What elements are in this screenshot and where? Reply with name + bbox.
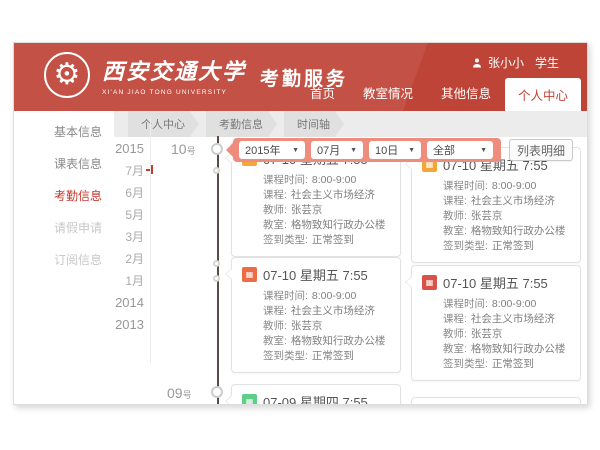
month-nav-2014[interactable]: 2014 xyxy=(44,292,144,314)
nav-item-classrooms[interactable]: 教室情况 xyxy=(349,76,427,111)
nav-item-other-info[interactable]: 其他信息 xyxy=(427,76,505,111)
day-label-10[interactable]: 10号 xyxy=(171,141,196,157)
card-date-title: 07-10 星期五 7:55 xyxy=(443,273,548,292)
day-dropdown[interactable]: 10日 ▼ xyxy=(369,141,421,159)
caret-down-icon: ▼ xyxy=(408,147,415,154)
attendance-card: ▦ 07-10 星期五 7:55 课程时间:8:00-9:00 课程:社会主义市… xyxy=(231,257,401,373)
university-name-cn: 西安交通大学 xyxy=(102,54,246,86)
nav-item-personal-center[interactable]: 个人中心 xyxy=(505,78,581,111)
university-name: 西安交通大学 XI'AN JIAO TONG UNIVERSITY xyxy=(102,54,246,96)
caret-down-icon: ▼ xyxy=(350,147,357,154)
timeline-node xyxy=(213,167,220,174)
month-nav-divider xyxy=(150,117,151,363)
breadcrumb-separator xyxy=(269,113,277,135)
calendar-icon: ▦ xyxy=(242,394,257,405)
date-filter-bar: 2015年 ▼ 07月 ▼ 10日 ▼ 全部 ▼ xyxy=(233,138,501,162)
timeline-node xyxy=(213,260,220,267)
user-menu[interactable]: 张小小 学生 xyxy=(471,54,559,71)
list-detail-button[interactable]: 列表明细 xyxy=(509,139,573,161)
app-window: ⚙ 西安交通大学 XI'AN JIAO TONG UNIVERSITY 考勤服务… xyxy=(13,42,588,405)
timeline-node-day09 xyxy=(211,386,223,398)
attendance-card: ▦ 07-10 星期五 7:55 课程时间:8:00-9:00 课程:社会主义市… xyxy=(411,147,581,263)
month-nav-feb[interactable]: 2月 xyxy=(44,248,144,270)
timeline-line xyxy=(217,136,219,405)
month-nav-jul[interactable]: 7月 xyxy=(44,160,144,182)
month-nav-jun[interactable]: 6月 xyxy=(44,182,144,204)
month-dropdown[interactable]: 07月 ▼ xyxy=(311,141,363,159)
nav-item-home[interactable]: 首页 xyxy=(296,76,349,111)
month-nav-mar[interactable]: 3月 xyxy=(44,226,144,248)
month-nav-2013[interactable]: 2013 xyxy=(44,314,144,336)
breadcrumb-separator xyxy=(336,113,344,135)
year-dropdown[interactable]: 2015年 ▼ xyxy=(239,141,305,159)
university-logo-icon: ⚙ xyxy=(44,52,90,98)
caret-down-icon: ▼ xyxy=(480,147,487,154)
month-nav-2015[interactable]: 2015 xyxy=(44,138,144,160)
attendance-card: ▦ 07-09 星期四 7:55 课程时间:8:00-9:00 课程:社会主义市… xyxy=(231,384,401,405)
user-role: 学生 xyxy=(535,54,559,71)
month-nav-jan[interactable]: 1月 xyxy=(44,270,144,292)
user-name: 张小小 xyxy=(488,54,524,71)
timeline-node-day10 xyxy=(211,143,223,155)
page: ⚙ 西安交通大学 XI'AN JIAO TONG UNIVERSITY 考勤服务… xyxy=(0,0,600,450)
day-label-09[interactable]: 09号 xyxy=(167,385,192,401)
attendance-card: ▦ 07-10 星期五 7:55 课程时间:8:00-9:00 课程:社会主义市… xyxy=(411,265,581,381)
attendance-card-stub xyxy=(411,397,581,405)
type-dropdown[interactable]: 全部 ▼ xyxy=(427,141,493,159)
timeline-node xyxy=(213,275,220,282)
breadcrumb-item-timeline[interactable]: 时间轴 xyxy=(284,111,344,137)
breadcrumb: 个人中心 考勤信息 时间轴 xyxy=(114,111,588,137)
caret-down-icon: ▼ xyxy=(292,147,299,154)
university-name-en: XI'AN JIAO TONG UNIVERSITY xyxy=(102,89,246,96)
breadcrumb-separator xyxy=(191,113,199,135)
month-nav-may[interactable]: 5月 xyxy=(44,204,144,226)
stamp-icon: ▦ xyxy=(422,275,437,290)
breadcrumb-item-personal-center[interactable]: 个人中心 xyxy=(128,111,199,137)
top-nav: 首页 教室情况 其他信息 个人中心 xyxy=(296,76,581,111)
breadcrumb-item-attendance[interactable]: 考勤信息 xyxy=(206,111,277,137)
card-date-title: 07-09 星期四 7:55 xyxy=(263,392,368,405)
timeline-month-nav: 2015 7月 6月 5月 3月 2月 1月 2014 2013 xyxy=(44,138,144,336)
user-icon xyxy=(471,57,483,69)
calendar-icon: ▦ xyxy=(242,267,257,282)
app-header: ⚙ 西安交通大学 XI'AN JIAO TONG UNIVERSITY 考勤服务… xyxy=(14,43,588,111)
card-date-title: 07-10 星期五 7:55 xyxy=(263,265,368,284)
